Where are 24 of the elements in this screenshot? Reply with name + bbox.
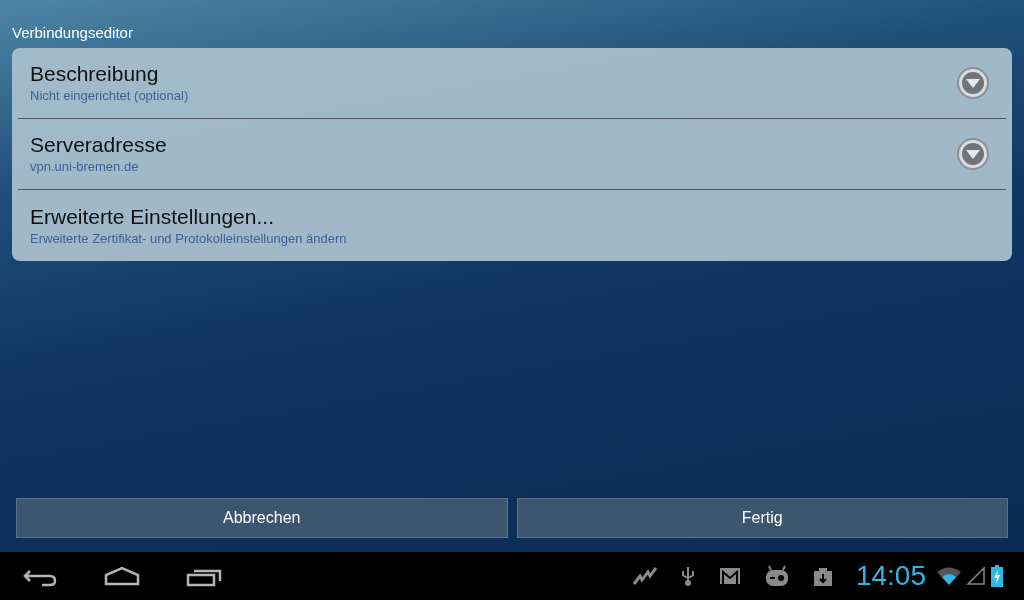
setting-summary: vpn.uni-bremen.de — [30, 158, 139, 176]
setting-title: Erweiterte Einstellungen... — [30, 203, 274, 230]
settings-row[interactable]: Beschreibung Nicht eingerichtet (optional) — [18, 48, 1006, 119]
setting-summary: Erweiterte Zertifikat- und Protokolleinstellungen ändern — [30, 229, 347, 248]
dropdown-icon[interactable] — [956, 137, 990, 171]
action-button[interactable]: Fertig — [516, 498, 1008, 538]
action-button[interactable]: Abbrechen — [16, 498, 508, 538]
setting-summary: Nicht eingerichtet (optional) — [30, 87, 189, 105]
window-title: Verbindungseditor — [12, 23, 133, 43]
settings-row[interactable]: Erweiterte Einstellungen... Erweiterte Zertifikat- und Protokolleinstellungen ändern — [18, 190, 1006, 261]
usb-icon — [679, 565, 696, 587]
setting-title: Beschreibung — [30, 61, 159, 87]
dropdown-icon[interactable] — [956, 66, 990, 100]
activity-graph-icon — [631, 566, 658, 586]
wifi-icon — [936, 566, 962, 586]
robot-face-icon — [763, 565, 790, 587]
setting-title: Serveradresse — [30, 132, 167, 158]
clock-time: 14:05 — [855, 560, 926, 592]
settings-row[interactable]: Serveradresse vpn.uni-bremen.de — [18, 119, 1006, 190]
download-bag-icon — [811, 565, 834, 587]
signal-icon — [966, 566, 986, 586]
battery-charging-icon — [990, 565, 1004, 587]
home-icon[interactable] — [102, 564, 142, 588]
mail-icon — [717, 566, 742, 586]
